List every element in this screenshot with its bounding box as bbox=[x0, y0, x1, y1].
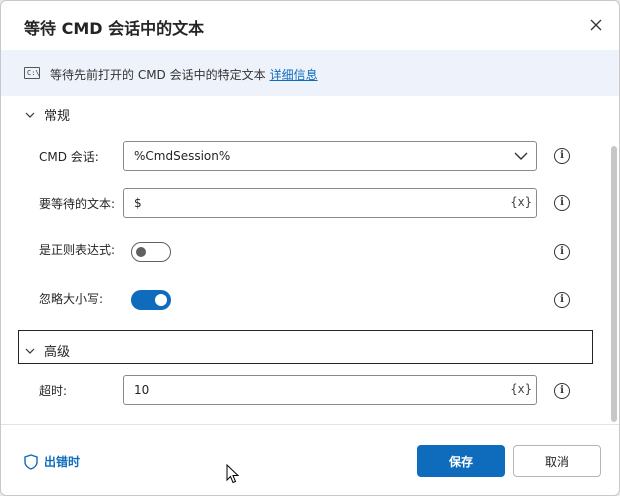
wait-text-label: 要等待的文本: bbox=[39, 197, 116, 211]
info-icon[interactable]: i bbox=[554, 292, 570, 308]
save-button[interactable]: 保存 bbox=[417, 445, 505, 477]
toggle-knob bbox=[155, 294, 167, 306]
chevron-down-icon bbox=[25, 112, 35, 118]
regex-label: 是正则表达式: bbox=[39, 243, 116, 257]
info-icon[interactable]: i bbox=[554, 244, 570, 260]
close-icon bbox=[590, 19, 602, 31]
chevron-down-icon bbox=[514, 152, 528, 160]
footer-divider bbox=[1, 424, 619, 425]
info-icon[interactable]: i bbox=[554, 383, 570, 399]
info-text: 等待先前打开的 CMD 会话中的特定文本 详细信息 bbox=[50, 66, 318, 83]
wait-text-value: $ bbox=[134, 196, 142, 210]
wait-text-input[interactable]: $ {x} bbox=[123, 188, 537, 218]
timeout-value: 10 bbox=[134, 383, 150, 397]
info-description: 等待先前打开的 CMD 会话中的特定文本 bbox=[50, 68, 266, 82]
section-general-label: 常规 bbox=[44, 109, 71, 124]
cmd-session-value: %CmdSession% bbox=[134, 149, 231, 163]
info-icon[interactable]: i bbox=[554, 195, 570, 211]
variable-picker-button[interactable]: {x} bbox=[510, 195, 532, 209]
cmd-session-dropdown[interactable]: %CmdSession% bbox=[123, 141, 537, 171]
toggle-knob bbox=[136, 247, 146, 257]
shield-icon bbox=[24, 453, 38, 470]
section-advanced[interactable] bbox=[18, 330, 593, 364]
dialog-title: 等待 CMD 会话中的文本 bbox=[24, 19, 205, 38]
mouse-cursor-icon bbox=[226, 464, 240, 484]
chevron-down-icon bbox=[25, 348, 35, 354]
more-info-link[interactable]: 详细信息 bbox=[270, 68, 318, 82]
cmd-icon: C:\ bbox=[24, 67, 40, 79]
scrollbar-thumb[interactable] bbox=[611, 146, 617, 422]
section-general[interactable]: 常规 bbox=[24, 105, 70, 124]
section-advanced-label: 高级 bbox=[44, 345, 71, 360]
timeout-label: 超时: bbox=[39, 384, 68, 398]
cancel-button[interactable]: 取消 bbox=[513, 445, 601, 477]
section-advanced-header[interactable]: 高级 bbox=[24, 341, 70, 360]
on-error-label: 出错时 bbox=[44, 455, 81, 469]
ignore-case-toggle[interactable] bbox=[131, 290, 171, 310]
cmd-session-label: CMD 会话: bbox=[39, 150, 99, 164]
timeout-input[interactable]: 10 {x} bbox=[123, 375, 537, 405]
variable-picker-button[interactable]: {x} bbox=[510, 382, 532, 396]
dialog: 等待 CMD 会话中的文本 C:\ 等待先前打开的 CMD 会话中的特定文本 详细… bbox=[0, 0, 620, 496]
ignore-case-label: 忽略大小写: bbox=[39, 292, 104, 306]
info-icon[interactable]: i bbox=[554, 148, 570, 164]
regex-toggle[interactable] bbox=[131, 242, 171, 262]
on-error-button[interactable]: 出错时 bbox=[24, 453, 80, 470]
close-button[interactable] bbox=[584, 13, 608, 37]
